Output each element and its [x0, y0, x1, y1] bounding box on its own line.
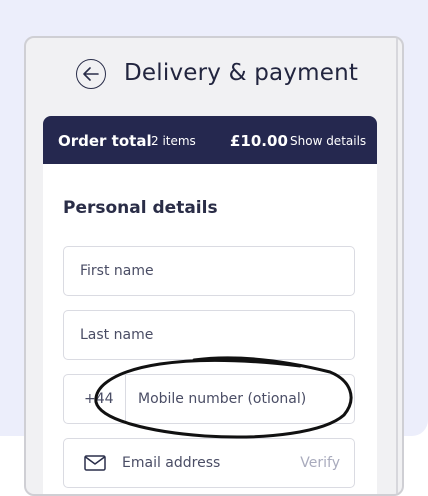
mobile-number-field[interactable]: +44 Mobile number (otional)	[63, 374, 355, 424]
verify-button[interactable]: Verify	[300, 455, 340, 471]
phone-frame: Delivery & payment Order total 2 items £…	[24, 36, 404, 496]
show-details-link[interactable]: Show details	[290, 134, 366, 148]
email-field[interactable]: Email address Verify	[63, 438, 355, 488]
order-total-price: £10.00	[230, 132, 288, 150]
email-placeholder: Email address	[122, 455, 221, 471]
mobile-number-placeholder: Mobile number (otional)	[138, 391, 307, 407]
page-header: Delivery & payment	[26, 38, 402, 114]
page-title: Delivery & payment	[124, 60, 359, 86]
country-code-selector[interactable]: +44	[64, 375, 126, 423]
arrow-left-icon	[83, 67, 99, 81]
personal-details-card: Personal details First name Last name +4…	[43, 164, 377, 494]
first-name-field[interactable]: First name	[63, 246, 355, 296]
back-button[interactable]	[76, 59, 106, 89]
order-summary-bar: Order total 2 items £10.00 Show details	[43, 116, 377, 164]
last-name-placeholder: Last name	[80, 327, 154, 343]
order-total-label: Order total	[58, 132, 152, 150]
first-name-placeholder: First name	[80, 263, 154, 279]
country-code: +44	[84, 391, 114, 407]
item-count: 2 items	[151, 134, 196, 148]
last-name-field[interactable]: Last name	[63, 310, 355, 360]
envelope-icon	[84, 455, 106, 471]
section-title: Personal details	[63, 198, 218, 218]
